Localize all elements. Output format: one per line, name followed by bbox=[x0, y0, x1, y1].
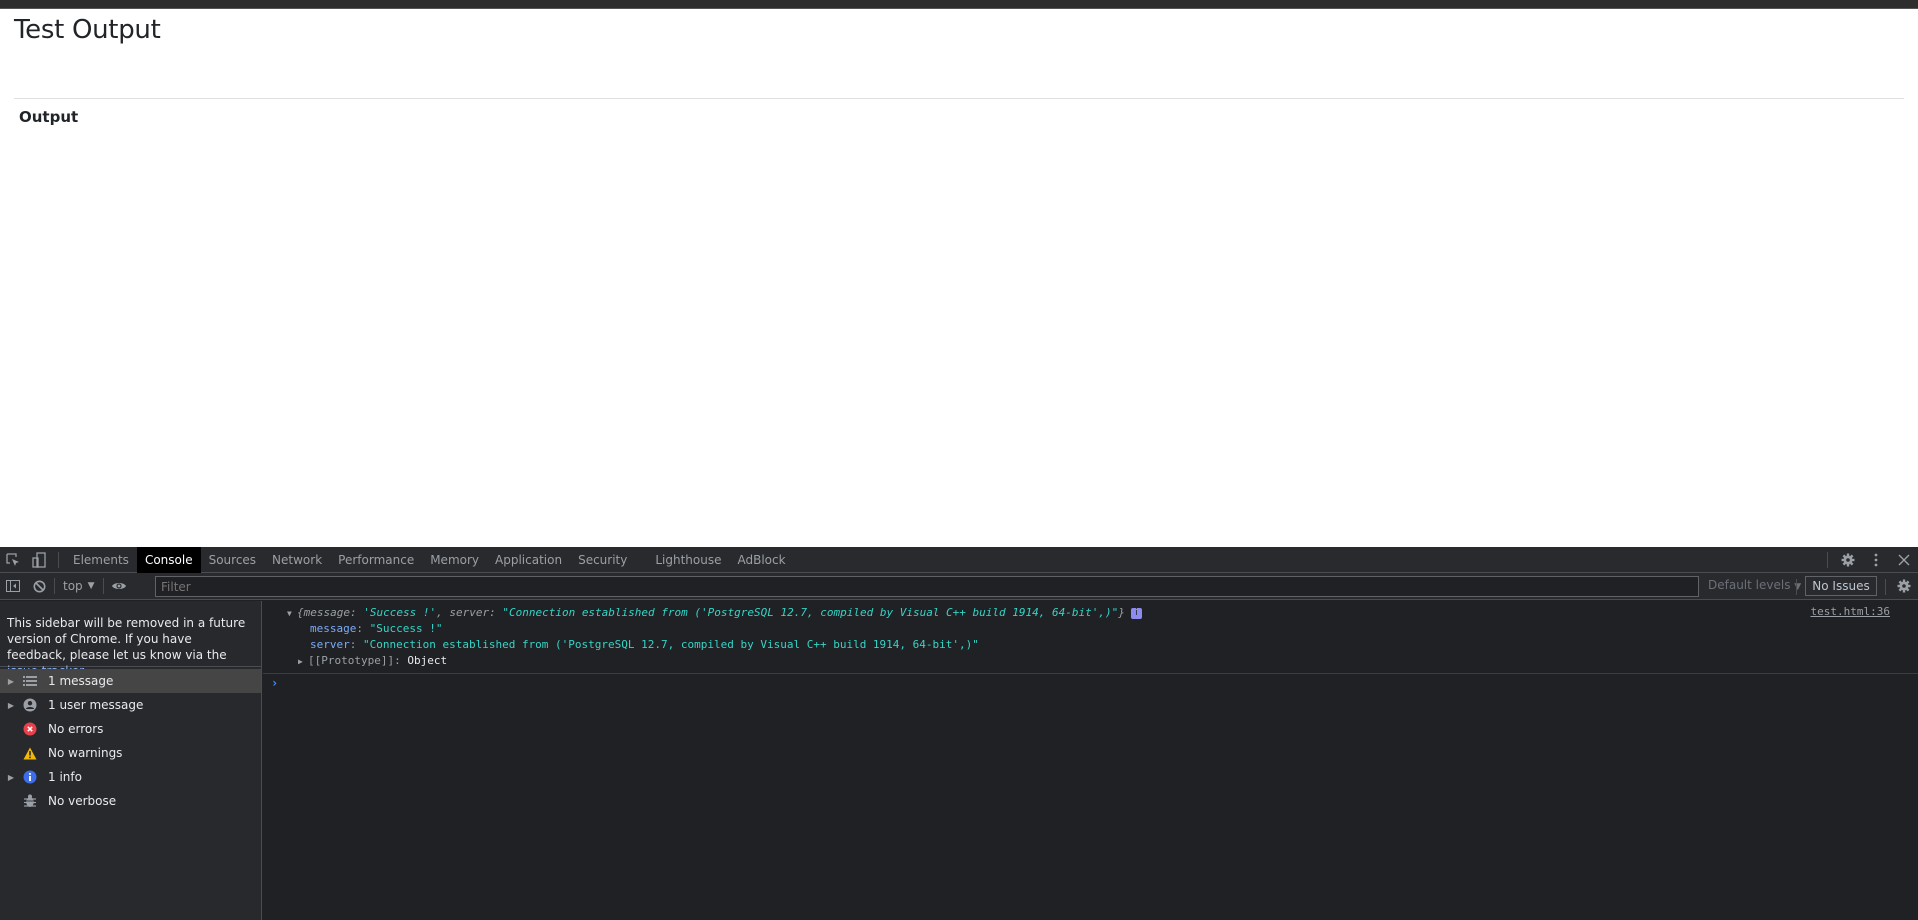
separator bbox=[1796, 579, 1797, 595]
bug-icon bbox=[22, 793, 38, 809]
devtools-tab-bar: Elements Console Sources Network Perform… bbox=[0, 546, 1918, 573]
page-content: Test Output Output bbox=[0, 9, 1918, 547]
page-title: Test Output bbox=[14, 15, 161, 45]
filter-input[interactable] bbox=[155, 576, 1699, 597]
source-link[interactable]: test.html:36 bbox=[1811, 605, 1890, 618]
expand-arrow-icon[interactable]: ▶ bbox=[0, 701, 22, 710]
tab-console[interactable]: Console bbox=[136, 546, 201, 573]
clear-console-icon[interactable] bbox=[26, 573, 52, 599]
live-expression-eye-icon[interactable] bbox=[106, 573, 132, 599]
console-message: ▼ {message: 'Success !', server: "Connect… bbox=[263, 601, 1918, 674]
console-sidebar: This sidebar will be removed in a future… bbox=[0, 601, 262, 920]
prototype-property[interactable]: ▶ [[Prototype]]: Object bbox=[263, 653, 1918, 669]
tab-application[interactable]: Application bbox=[487, 547, 570, 573]
collapse-arrow-icon[interactable]: ▼ bbox=[287, 606, 297, 622]
log-levels-dropdown[interactable]: Default levels ▼ bbox=[1708, 578, 1801, 592]
tab-security[interactable]: Security bbox=[570, 547, 647, 573]
dropdown-arrow-icon: ▼ bbox=[87, 581, 95, 591]
close-icon[interactable] bbox=[1890, 547, 1918, 573]
browser-top-bar bbox=[0, 0, 1918, 9]
console-settings-gear-icon[interactable] bbox=[1890, 573, 1918, 599]
sidebar-item-label: No verbose bbox=[48, 794, 117, 808]
separator bbox=[58, 551, 59, 568]
sidebar-item-label: No errors bbox=[48, 722, 104, 736]
tab-network[interactable]: Network bbox=[264, 547, 330, 573]
tab-performance[interactable]: Performance bbox=[330, 547, 422, 573]
console-prompt[interactable]: › bbox=[263, 674, 1918, 692]
separator bbox=[54, 578, 55, 594]
info-icon bbox=[22, 769, 38, 785]
sidebar-item-label: 1 info bbox=[48, 770, 82, 784]
divider bbox=[14, 98, 1904, 99]
sidebar-toggle-icon[interactable] bbox=[0, 573, 26, 599]
issues-button[interactable]: No Issues bbox=[1805, 576, 1877, 596]
user-icon bbox=[22, 697, 38, 713]
context-label: top bbox=[63, 579, 83, 593]
sidebar-item-messages[interactable]: ▶ 1 message bbox=[0, 669, 261, 693]
tab-elements[interactable]: Elements bbox=[65, 547, 137, 573]
inspect-element-icon[interactable] bbox=[0, 547, 26, 573]
tab-lighthouse[interactable]: Lighthouse bbox=[647, 547, 729, 573]
info-badge-icon[interactable]: i bbox=[1130, 607, 1142, 619]
warning-icon bbox=[22, 745, 38, 761]
tab-memory[interactable]: Memory bbox=[422, 547, 487, 573]
sidebar-item-label: No warnings bbox=[48, 746, 123, 760]
output-heading: Output bbox=[19, 108, 79, 126]
tab-sources[interactable]: Sources bbox=[201, 547, 264, 573]
sidebar-item-errors[interactable]: No errors bbox=[0, 717, 261, 741]
kebab-menu-icon[interactable] bbox=[1862, 547, 1890, 573]
sidebar-item-verbose[interactable]: No verbose bbox=[0, 789, 261, 813]
tab-adblock[interactable]: AdBlock bbox=[730, 547, 794, 573]
context-selector[interactable]: top ▼ bbox=[57, 579, 101, 593]
devtools-panel: Elements Console Sources Network Perform… bbox=[0, 546, 1918, 920]
sidebar-deprecation-notice: This sidebar will be removed in a future… bbox=[0, 601, 261, 678]
object-property: message: "Success !" bbox=[310, 622, 443, 635]
sidebar-item-info[interactable]: ▶ 1 info bbox=[0, 765, 261, 789]
sidebar-item-label: 1 user message bbox=[48, 698, 144, 712]
sidebar-item-warnings[interactable]: No warnings bbox=[0, 741, 261, 765]
object-property: server: "Connection established from ('P… bbox=[310, 638, 979, 651]
sidebar-item-user-messages[interactable]: ▶ 1 user message bbox=[0, 693, 261, 717]
console-toolbar: top ▼ Default levels ▼ No Issues bbox=[0, 573, 1918, 600]
error-icon bbox=[22, 721, 38, 737]
separator bbox=[1885, 579, 1886, 595]
expand-arrow-icon[interactable]: ▶ bbox=[298, 654, 308, 670]
list-icon bbox=[22, 673, 38, 689]
gear-icon[interactable] bbox=[1834, 547, 1862, 573]
expand-arrow-icon[interactable]: ▶ bbox=[0, 677, 22, 686]
device-toggle-icon[interactable] bbox=[26, 547, 52, 573]
log-levels-label: Default levels bbox=[1708, 578, 1791, 592]
separator bbox=[1827, 552, 1828, 568]
separator bbox=[102, 578, 104, 594]
object-summary[interactable]: ▼ {message: 'Success !', server: "Connect… bbox=[263, 605, 1918, 621]
console-output: ▼ {message: 'Success !', server: "Connect… bbox=[263, 601, 1918, 920]
notice-text: This sidebar will be removed in a future… bbox=[7, 616, 246, 662]
prompt-chevron-icon: › bbox=[271, 676, 279, 690]
sidebar-item-label: 1 message bbox=[48, 674, 114, 688]
expand-arrow-icon[interactable]: ▶ bbox=[0, 773, 22, 782]
